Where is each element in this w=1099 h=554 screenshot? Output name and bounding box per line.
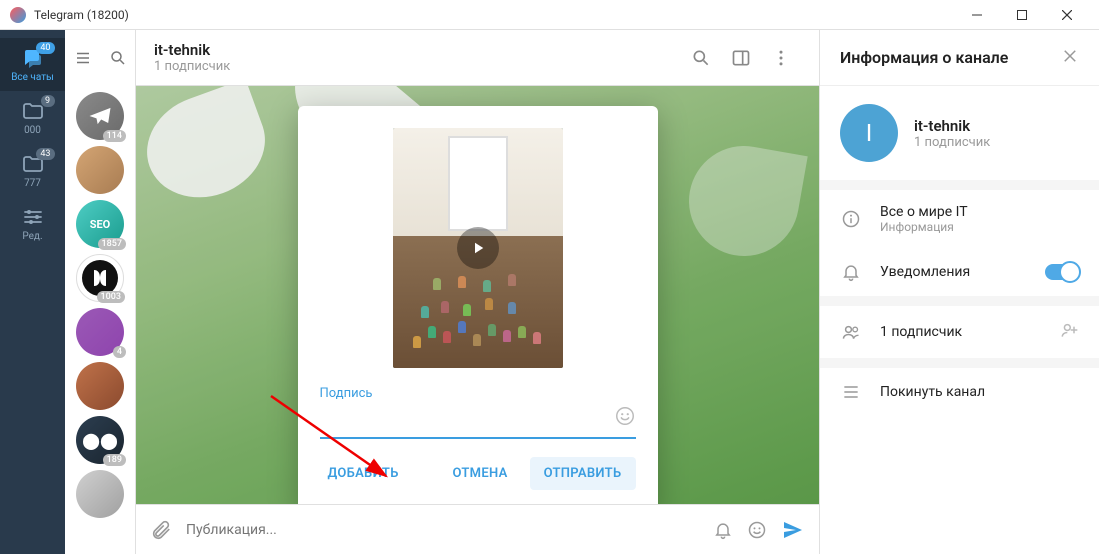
cancel-button[interactable]: ОТМЕНА	[438, 457, 521, 490]
chat-area: it-tehnik 1 подписчик	[136, 30, 819, 554]
add-button[interactable]: ДОБАВИТЬ	[314, 457, 413, 490]
maximize-button[interactable]	[999, 0, 1044, 30]
search-button[interactable]	[100, 49, 135, 67]
folder-icon: 43	[21, 152, 45, 176]
more-menu-button[interactable]	[761, 38, 801, 78]
chat-subtitle: 1 подписчик	[154, 59, 681, 74]
emoji-button[interactable]	[614, 405, 636, 431]
chat-avatar[interactable]: 4	[76, 308, 124, 356]
channel-avatar: I	[840, 104, 898, 162]
channel-info-panel: Информация о канале I it-tehnik 1 подпис…	[819, 30, 1099, 554]
rail-item-folder-000[interactable]: 9 000	[0, 91, 65, 144]
close-panel-button[interactable]	[1061, 47, 1079, 69]
sidebar-toggle-button[interactable]	[721, 38, 761, 78]
divider	[820, 296, 1099, 306]
caption-label: Подпись	[320, 386, 636, 401]
send-message-button[interactable]	[781, 518, 805, 542]
rail-label: 777	[24, 178, 41, 189]
folders-rail: 40 Все чаты 9 000 43 777 Ред.	[0, 30, 65, 554]
caption-input[interactable]	[320, 411, 614, 426]
notifications-toggle[interactable]	[1045, 264, 1079, 280]
video-preview[interactable]	[393, 128, 563, 368]
rail-label: 000	[24, 125, 41, 136]
chat-avatar[interactable]	[76, 146, 124, 194]
chat-avatar[interactable]: SEO1857	[76, 200, 124, 248]
minimize-button[interactable]	[954, 0, 999, 30]
rail-item-all-chats[interactable]: 40 Все чаты	[0, 38, 65, 91]
window-titlebar: Telegram (18200)	[0, 0, 1099, 30]
rail-label: Все чаты	[11, 72, 54, 83]
close-button[interactable]	[1044, 0, 1089, 30]
rail-badge: 9	[41, 95, 55, 107]
emoji-button[interactable]	[747, 520, 767, 540]
unread-count: 4	[113, 346, 126, 358]
chats-icon: 40	[21, 46, 45, 70]
divider	[820, 358, 1099, 368]
notifications-label: Уведомления	[880, 264, 1027, 280]
unread-count: 1857	[98, 238, 126, 250]
info-row-notifications[interactable]: Уведомления	[820, 248, 1099, 296]
chat-avatar[interactable]	[76, 470, 124, 518]
chat-avatar[interactable]: 1003	[76, 254, 124, 302]
search-in-chat-button[interactable]	[681, 38, 721, 78]
rail-item-edit[interactable]: Ред.	[0, 197, 65, 250]
channel-subscribers: 1 подписчик	[914, 135, 990, 150]
folder-icon: 9	[21, 99, 45, 123]
menu-button[interactable]	[65, 49, 100, 67]
send-media-modal: Подпись ДОБАВИТЬ ОТМЕНА ОТПРАВИТЬ	[298, 106, 658, 504]
info-row-members[interactable]: 1 подписчик	[820, 306, 1099, 358]
info-row-leave[interactable]: Покинуть канал	[820, 368, 1099, 416]
rail-badge: 43	[36, 148, 54, 160]
window-title: Telegram (18200)	[34, 8, 129, 22]
rail-badge: 40	[36, 42, 54, 54]
add-member-button[interactable]	[1059, 320, 1079, 344]
chat-avatar[interactable]: 114	[76, 92, 124, 140]
message-input[interactable]	[186, 522, 699, 538]
members-label: 1 подписчик	[880, 324, 1041, 340]
send-media-overlay: Подпись ДОБАВИТЬ ОТМЕНА ОТПРАВИТЬ	[136, 86, 819, 504]
channel-profile[interactable]: I it-tehnik 1 подписчик	[820, 86, 1099, 180]
info-header-title: Информация о канале	[840, 48, 1061, 67]
leave-label: Покинуть канал	[880, 384, 1079, 400]
members-icon	[840, 322, 862, 342]
telegram-icon	[10, 7, 26, 23]
leave-icon	[840, 382, 862, 402]
chat-list: 114 SEO1857 1003 4 ⬤⬤189	[65, 86, 135, 518]
chat-title: it-tehnik	[154, 41, 681, 59]
chat-avatar[interactable]	[76, 362, 124, 410]
info-icon	[840, 209, 862, 229]
play-icon	[457, 227, 499, 269]
info-row-about[interactable]: Все о мире IT Информация	[820, 190, 1099, 248]
unread-count: 1003	[97, 291, 125, 303]
unread-count: 189	[103, 454, 126, 466]
chat-body: Подпись ДОБАВИТЬ ОТМЕНА ОТПРАВИТЬ	[136, 86, 819, 504]
about-text: Все о мире IT	[880, 204, 1079, 220]
unread-count: 114	[103, 130, 126, 142]
about-label: Информация	[880, 220, 1079, 234]
notifications-button[interactable]	[713, 520, 733, 540]
rail-item-folder-777[interactable]: 43 777	[0, 144, 65, 197]
settings-icon	[21, 205, 45, 229]
send-button[interactable]: ОТПРАВИТЬ	[530, 457, 636, 490]
chat-header: it-tehnik 1 подписчик	[136, 30, 819, 86]
message-composer	[136, 504, 819, 554]
divider	[820, 180, 1099, 190]
rail-label: Ред.	[22, 231, 42, 242]
channel-name: it-tehnik	[914, 117, 990, 135]
attach-button[interactable]	[150, 519, 172, 541]
chat-avatar[interactable]: ⬤⬤189	[76, 416, 124, 464]
bell-icon	[840, 262, 862, 282]
